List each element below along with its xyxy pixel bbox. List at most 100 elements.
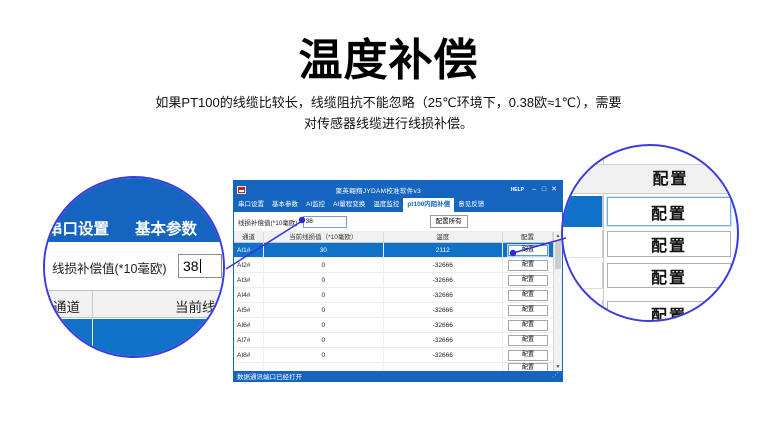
cell-line-loss: 0 xyxy=(264,288,384,303)
tab-feedback[interactable]: 意见反馈 xyxy=(454,198,488,212)
cell-channel: AI2# xyxy=(234,258,264,273)
window-title: 聚英翱翔JYDAM校准软件v3 xyxy=(246,185,511,195)
magnified-input-value: 38 xyxy=(183,258,199,274)
close-button[interactable]: ✕ xyxy=(549,184,559,196)
scroll-down-icon[interactable]: ▼ xyxy=(554,363,562,371)
magnified-configure-button: 配置 xyxy=(607,301,731,322)
magnified-header-label: 配置 xyxy=(604,165,737,195)
magnified-configure-button: 配置 xyxy=(607,197,731,226)
table-row[interactable]: AI8# 0 -32666 配置 xyxy=(234,348,553,363)
magnified-header-loss: 当前线损值 xyxy=(175,296,225,316)
cell-temperature: 2112 xyxy=(384,243,504,258)
configure-all-button[interactable]: 配置所有 xyxy=(430,215,468,228)
magnified-row: 配置 xyxy=(563,300,737,322)
compensation-label: 线损补偿值(*10毫欧) xyxy=(238,217,298,227)
table-row[interactable]: AI6# 0 -32666 配置 xyxy=(234,318,553,333)
title-bar: 聚英翱翔JYDAM校准软件v3 HELP – □ ✕ xyxy=(234,181,562,198)
column-divider xyxy=(92,291,93,317)
configure-button[interactable]: 配置 xyxy=(508,290,548,301)
channel-table: 通道 当前线损值（*10毫欧） 温度 配置 AI1# 30 2112 配置 AI… xyxy=(234,232,553,371)
tab-bar: 串口设置 基本参数 AI监控 AI量程变换 温度监控 pt100内阻补偿 意见反… xyxy=(234,198,562,212)
resize-grip-icon[interactable]: ⋰ xyxy=(552,372,559,380)
configure-button[interactable]: 配置 xyxy=(508,245,548,256)
header-configure: 配置 xyxy=(503,232,553,243)
configure-button[interactable]: 配置 xyxy=(508,260,548,271)
cell-channel: AI3# xyxy=(234,273,264,288)
maximize-button[interactable]: □ xyxy=(539,184,549,196)
cell-channel: AI1# xyxy=(234,243,264,258)
tab-serial-settings[interactable]: 串口设置 xyxy=(234,198,268,212)
window-body: 线损补偿值(*10毫欧) 配置所有 通道 当前线损值（*10毫欧） 温度 配置 … xyxy=(234,212,562,371)
compensation-input[interactable] xyxy=(303,216,347,228)
cell-channel: AI8# xyxy=(234,348,264,363)
configure-button[interactable]: 配置 xyxy=(508,305,548,316)
configure-button[interactable]: 配置 xyxy=(508,275,548,286)
header-line-loss: 当前线损值（*10毫欧） xyxy=(264,232,384,243)
magnified-toolbar: 线损补偿值(*10毫欧) 38 xyxy=(45,242,223,290)
magnified-configure-button: 配置 xyxy=(607,263,731,288)
configure-button[interactable]: 配置 xyxy=(508,350,548,361)
app-window: 聚英翱翔JYDAM校准软件v3 HELP – □ ✕ 串口设置 基本参数 AI监… xyxy=(233,180,563,382)
tab-pt100-compensation[interactable]: pt100内阻补偿 xyxy=(403,198,454,212)
cell-line-loss: 0 xyxy=(264,333,384,348)
cell-line-loss: 30 xyxy=(264,243,384,258)
cell-temperature: -32666 xyxy=(384,288,504,303)
right-magnifier-callout: 配置 配置 配置 配置 配置 xyxy=(561,144,739,322)
cell-line-loss: 0 xyxy=(264,318,384,333)
scrollbar-thumb[interactable] xyxy=(555,241,561,269)
cell-temperature: -32666 xyxy=(384,258,504,273)
magnified-selected-cell xyxy=(563,196,603,227)
header-channel: 通道 xyxy=(234,232,264,243)
left-magnifier-callout: 串口设置 基本参数 线损补偿值(*10毫欧) 38 通道 当前线损值 xyxy=(43,176,225,358)
magnified-row: 配置 xyxy=(563,196,737,227)
cell-channel: AI6# xyxy=(234,318,264,333)
magnified-row: 配置 xyxy=(563,262,737,289)
cell-channel: AI5# xyxy=(234,303,264,318)
magnified-configure-button: 配置 xyxy=(607,231,731,257)
table-row[interactable]: AI5# 0 -32666 配置 xyxy=(234,303,553,318)
magnified-table-header: 通道 当前线损值 xyxy=(45,290,223,318)
tab-temp-monitor[interactable]: 温度监控 xyxy=(369,198,403,212)
magnified-cell xyxy=(563,230,603,258)
cell-temperature: -32666 xyxy=(384,318,504,333)
configure-button[interactable]: 配置 xyxy=(508,363,548,371)
magnified-row: 配置 xyxy=(563,230,737,258)
tab-basic-params[interactable]: 基本参数 xyxy=(268,198,302,212)
page: 温度补偿 如果PT100的线缆比较长，线缆阻抗不能忽略（25℃环境下，0.38欧… xyxy=(0,0,777,426)
magnified-cell xyxy=(563,262,603,289)
table-row-partial: 配置 xyxy=(234,363,553,371)
minimize-button[interactable]: – xyxy=(529,184,539,196)
magnified-cell xyxy=(563,300,603,322)
magnified-tab-serial: 串口设置 xyxy=(47,217,109,239)
tab-ai-monitor[interactable]: AI监控 xyxy=(302,198,329,212)
table-header-row: 通道 当前线损值（*10毫欧） 温度 配置 xyxy=(234,232,553,243)
subtitle-line-2: 对传感器线缆进行线损补偿。 xyxy=(0,113,777,134)
cell-channel: AI4# xyxy=(234,288,264,303)
magnified-tab-bar: 串口设置 基本参数 xyxy=(45,178,223,242)
table-row[interactable]: AI1# 30 2112 配置 xyxy=(234,243,553,258)
page-subtitle: 如果PT100的线缆比较长，线缆阻抗不能忽略（25℃环境下，0.38欧≈1℃），… xyxy=(0,92,777,134)
status-text: 数据通讯端口已经打开 xyxy=(237,371,302,381)
status-bar: 数据通讯端口已经打开 ⋰ xyxy=(234,371,562,381)
subtitle-line-1: 如果PT100的线缆比较长，线缆阻抗不能忽略（25℃环境下，0.38欧≈1℃），… xyxy=(0,92,777,113)
tab-ai-range[interactable]: AI量程变换 xyxy=(329,198,369,212)
table-row[interactable]: AI4# 0 -32666 配置 xyxy=(234,288,553,303)
cell-temperature: -32666 xyxy=(384,348,504,363)
cell-line-loss: 0 xyxy=(264,258,384,273)
cell-line-loss: 0 xyxy=(264,348,384,363)
magnified-selected-row xyxy=(45,319,223,358)
table-row[interactable]: AI7# 0 -32666 配置 xyxy=(234,333,553,348)
configure-button[interactable]: 配置 xyxy=(508,320,548,331)
table-row[interactable]: AI3# 0 -32666 配置 xyxy=(234,273,553,288)
vertical-scrollbar[interactable]: ▲ ▼ xyxy=(553,232,562,371)
magnified-configure-header: 配置 xyxy=(563,164,737,194)
cell-temperature: -32666 xyxy=(384,303,504,318)
help-button[interactable]: HELP xyxy=(511,187,524,193)
header-temperature: 温度 xyxy=(384,232,504,243)
table-row[interactable]: AI2# 0 -32666 配置 xyxy=(234,258,553,273)
magnified-header-channel: 通道 xyxy=(53,296,80,316)
app-icon xyxy=(237,186,246,194)
configure-button[interactable]: 配置 xyxy=(508,335,548,346)
magnified-compensation-label: 线损补偿值(*10毫欧) xyxy=(52,258,167,277)
column-divider xyxy=(92,319,93,358)
